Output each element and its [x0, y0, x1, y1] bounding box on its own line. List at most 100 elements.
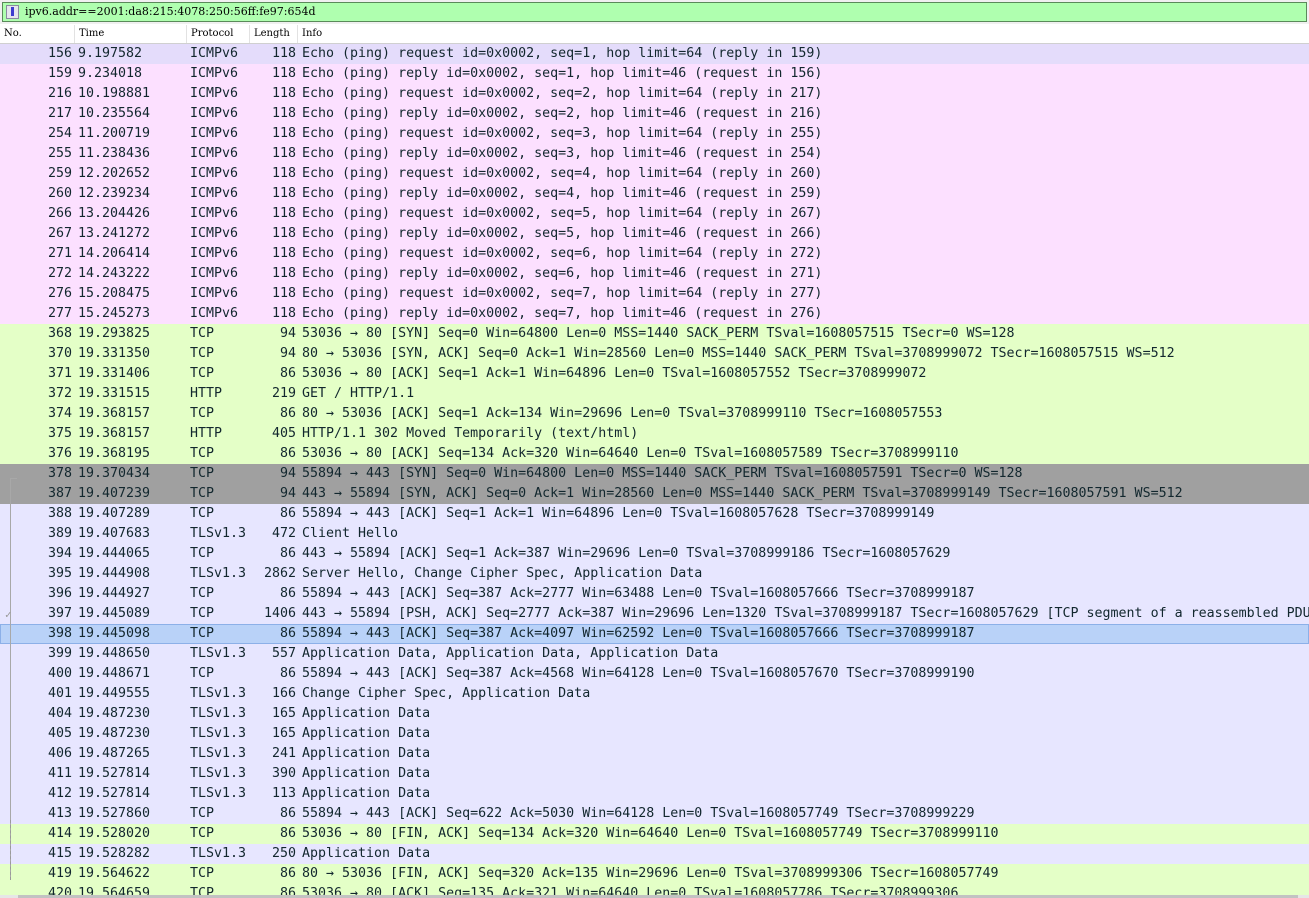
packet-row[interactable]: 404 19.487230 TLSv1.3 165 Application Data	[0, 704, 1309, 724]
packet-row[interactable]: 398 19.445098 TCP 86 55894 → 443 [ACK] Seq=3…	[0, 624, 1309, 644]
packet-row[interactable]: 259 12.202652 ICMPv6 118 Echo (ping) request…	[0, 164, 1309, 184]
packet-length: 118	[271, 66, 296, 81]
packet-length: 118	[271, 166, 296, 181]
packet-row[interactable]: 156 9.197582 ICMPv6 118 Echo (ping) request …	[0, 44, 1309, 64]
packet-length: 118	[271, 106, 296, 121]
packet-no: 272	[47, 266, 72, 281]
packet-info: 55894 → 443 [ACK] Seq=387 Ack=2777 Win=6…	[302, 586, 975, 601]
packet-length: 118	[271, 306, 296, 321]
packet-info: Echo (ping) reply id=0x0002, seq=1, hop …	[302, 66, 823, 81]
packet-length: 118	[271, 146, 296, 161]
column-header-no[interactable]: No.	[0, 25, 75, 43]
packet-time: 19.527860	[78, 806, 151, 821]
packet-length: 86	[279, 826, 296, 841]
packet-info: Application Data	[302, 746, 431, 761]
packet-row[interactable]: 216 10.198881 ICMPv6 118 Echo (ping) request…	[0, 84, 1309, 104]
column-header-time[interactable]: Time	[75, 25, 187, 43]
packet-length: 86	[279, 506, 296, 521]
packet-time: 19.293825	[78, 326, 151, 341]
packet-protocol: ICMPv6	[190, 306, 239, 321]
packet-row[interactable]: 378 19.370434 TCP 94 55894 → 443 [SYN] Seq=0…	[0, 464, 1309, 484]
packet-protocol: TLSv1.3	[190, 766, 247, 781]
packet-protocol: TLSv1.3	[190, 526, 247, 541]
column-header-info[interactable]: Info	[298, 25, 1309, 43]
packet-protocol: TCP	[190, 506, 215, 521]
packet-row[interactable]: 412 19.527814 TLSv1.3 113 Application Data	[0, 784, 1309, 804]
packet-row[interactable]: 397 19.445089 TCP 1406 443 → 55894 [PSH, ACK…	[0, 604, 1309, 624]
packet-row[interactable]: 372 19.331515 HTTP 219 GET / HTTP/1.1	[0, 384, 1309, 404]
packet-row[interactable]: 276 15.208475 ICMPv6 118 Echo (ping) request…	[0, 284, 1309, 304]
packet-protocol: ICMPv6	[190, 106, 239, 121]
packet-row[interactable]: 254 11.200719 ICMPv6 118 Echo (ping) request…	[0, 124, 1309, 144]
packet-row[interactable]: 272 14.243222 ICMPv6 118 Echo (ping) reply i…	[0, 264, 1309, 284]
packet-row[interactable]: 414 19.528020 TCP 86 53036 → 80 [FIN, ACK] S…	[0, 824, 1309, 844]
packet-length: 86	[279, 866, 296, 881]
packet-row[interactable]: 388 19.407289 TCP 86 55894 → 443 [ACK] Seq=1…	[0, 504, 1309, 524]
packet-protocol: ICMPv6	[190, 66, 239, 81]
packet-row[interactable]: 387 19.407239 TCP 94 443 → 55894 [SYN, ACK] …	[0, 484, 1309, 504]
packet-row[interactable]: 396 19.444927 TCP 86 55894 → 443 [ACK] Seq=3…	[0, 584, 1309, 604]
packet-protocol: TCP	[190, 626, 215, 641]
packet-row[interactable]: 374 19.368157 TCP 86 80 → 53036 [ACK] Seq=1 …	[0, 404, 1309, 424]
packet-protocol: TCP	[190, 586, 215, 601]
packet-row[interactable]: 401 19.449555 TLSv1.3 166 Change Cipher Spec…	[0, 684, 1309, 704]
packet-row[interactable]: 260 12.239234 ICMPv6 118 Echo (ping) reply i…	[0, 184, 1309, 204]
column-header-length[interactable]: Length	[250, 25, 298, 43]
packet-info: Application Data	[302, 846, 431, 861]
packet-protocol: TLSv1.3	[190, 786, 247, 801]
packet-row[interactable]: 399 19.448650 TLSv1.3 557 Application Data, …	[0, 644, 1309, 664]
column-header-protocol[interactable]: Protocol	[187, 25, 250, 43]
packet-row[interactable]: 159 9.234018 ICMPv6 118 Echo (ping) reply id…	[0, 64, 1309, 84]
packet-row[interactable]: 267 13.241272 ICMPv6 118 Echo (ping) reply i…	[0, 224, 1309, 244]
packet-row[interactable]: 371 19.331406 TCP 86 53036 → 80 [ACK] Seq=1 …	[0, 364, 1309, 384]
packet-length: 219	[271, 386, 296, 401]
packet-row[interactable]: 415 19.528282 TLSv1.3 250 Application Data	[0, 844, 1309, 864]
packet-time: 19.331406	[78, 366, 151, 381]
packet-row[interactable]: 376 19.368195 TCP 86 53036 → 80 [ACK] Seq=13…	[0, 444, 1309, 464]
packet-list[interactable]: 156 9.197582 ICMPv6 118 Echo (ping) request …	[0, 44, 1309, 895]
packet-row[interactable]: 389 19.407683 TLSv1.3 472 Client Hello	[0, 524, 1309, 544]
packet-time: 19.564622	[78, 866, 151, 881]
packet-protocol: ICMPv6	[190, 226, 239, 241]
packet-time: 19.331350	[78, 346, 151, 361]
packet-row[interactable]: 375 19.368157 HTTP 405 HTTP/1.1 302 Moved Te…	[0, 424, 1309, 444]
packet-protocol: TLSv1.3	[190, 566, 247, 581]
packet-length: 1406	[263, 606, 296, 621]
display-filter-text[interactable]: ipv6.addr==2001:da8:215:4078:250:56ff:fe…	[25, 5, 316, 19]
packet-row[interactable]: 277 15.245273 ICMPv6 118 Echo (ping) reply i…	[0, 304, 1309, 324]
packet-length: 118	[271, 126, 296, 141]
packet-length: 86	[279, 626, 296, 641]
packet-time: 19.527814	[78, 766, 151, 781]
packet-info: 53036 → 80 [ACK] Seq=135 Ack=321 Win=646…	[302, 886, 959, 895]
packet-length: 250	[271, 846, 296, 861]
packet-row[interactable]: 405 19.487230 TLSv1.3 165 Application Data	[0, 724, 1309, 744]
packet-row[interactable]: 368 19.293825 TCP 94 53036 → 80 [SYN] Seq=0 …	[0, 324, 1309, 344]
packet-protocol: ICMPv6	[190, 246, 239, 261]
packet-row[interactable]: 370 19.331350 TCP 94 80 → 53036 [SYN, ACK] S…	[0, 344, 1309, 364]
packet-length: 118	[271, 206, 296, 221]
packet-length: 118	[271, 86, 296, 101]
packet-row[interactable]: 255 11.238436 ICMPv6 118 Echo (ping) reply i…	[0, 144, 1309, 164]
packet-row[interactable]: 271 14.206414 ICMPv6 118 Echo (ping) request…	[0, 244, 1309, 264]
packet-row[interactable]: 395 19.444908 TLSv1.3 2862 Server Hello, Cha…	[0, 564, 1309, 584]
packet-time: 9.234018	[78, 66, 143, 81]
packet-row[interactable]: 394 19.444065 TCP 86 443 → 55894 [ACK] Seq=1…	[0, 544, 1309, 564]
bookmark-icon[interactable]	[6, 5, 19, 19]
packet-row[interactable]: 420 19.564659 TCP 86 53036 → 80 [ACK] Seq=13…	[0, 884, 1309, 895]
display-filter-input[interactable]: ipv6.addr==2001:da8:215:4078:250:56ff:fe…	[2, 2, 1307, 22]
packet-info: 80 → 53036 [SYN, ACK] Seq=0 Ack=1 Win=28…	[302, 346, 1175, 361]
packet-length: 472	[271, 526, 296, 541]
packet-row[interactable]: 266 13.204426 ICMPv6 118 Echo (ping) request…	[0, 204, 1309, 224]
packet-protocol: ICMPv6	[190, 126, 239, 141]
packet-row[interactable]: 400 19.448671 TCP 86 55894 → 443 [ACK] Seq=3…	[0, 664, 1309, 684]
packet-row[interactable]: 217 10.235564 ICMPv6 118 Echo (ping) reply i…	[0, 104, 1309, 124]
packet-length: 86	[279, 406, 296, 421]
packet-info: Echo (ping) reply id=0x0002, seq=5, hop …	[302, 226, 823, 241]
packet-row[interactable]: 419 19.564622 TCP 86 80 → 53036 [FIN, ACK] S…	[0, 864, 1309, 884]
packet-row[interactable]: 411 19.527814 TLSv1.3 390 Application Data	[0, 764, 1309, 784]
packet-protocol: TCP	[190, 446, 215, 461]
packet-row[interactable]: 406 19.487265 TLSv1.3 241 Application Data	[0, 744, 1309, 764]
packet-info: Echo (ping) request id=0x0002, seq=7, ho…	[302, 286, 823, 301]
packet-info: 53036 → 80 [ACK] Seq=134 Ack=320 Win=646…	[302, 446, 959, 461]
packet-row[interactable]: 413 19.527860 TCP 86 55894 → 443 [ACK] Seq=6…	[0, 804, 1309, 824]
